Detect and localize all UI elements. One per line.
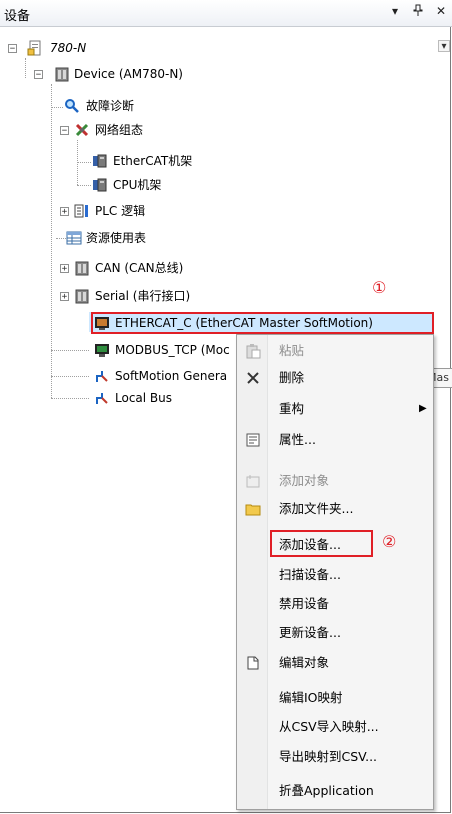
expand-icon[interactable]: +	[60, 292, 69, 302]
tree-node-softmotion[interactable]: SoftMotion Genera	[0, 366, 240, 386]
tree-node-ethercat-rack[interactable]: EtherCAT机架	[0, 151, 300, 171]
delete-icon	[247, 372, 259, 384]
pin-icon[interactable]	[413, 4, 423, 19]
add-object-icon	[246, 475, 260, 488]
tree-node-can[interactable]: + CAN (CAN总线)	[0, 258, 300, 278]
tree-node-root[interactable]: − 780-N	[0, 38, 300, 58]
rack-icon	[93, 178, 107, 192]
menu-label: 导出映射到CSV...	[279, 749, 378, 764]
menu-label: 添加对象	[279, 473, 330, 488]
menu-label: 编辑IO映射	[279, 690, 343, 705]
close-icon[interactable]: ✕	[436, 4, 446, 18]
monitor-icon	[95, 344, 109, 357]
menu-item-export-csv[interactable]: 导出映射到CSV...	[237, 746, 433, 768]
tree-label-cpu-rack: CPU机架	[113, 178, 162, 192]
menu-label: 添加文件夹...	[279, 501, 354, 516]
tree-label-device: Device (AM780-N)	[74, 67, 183, 81]
collapse-icon[interactable]: −	[34, 70, 43, 80]
dropdown-icon[interactable]: ▾	[392, 4, 398, 18]
menu-item-scan-device[interactable]: 扫描设备...	[237, 564, 433, 586]
highlight-box-1	[91, 312, 434, 334]
tree-node-resource[interactable]: 资源使用表	[0, 228, 300, 248]
table-icon	[66, 231, 82, 245]
menu-item-disable-device[interactable]: 禁用设备	[237, 593, 433, 615]
menu-label: 属性...	[279, 432, 316, 447]
menu-item-collapse-application[interactable]: 折叠Application	[237, 780, 433, 802]
highlight-box-2	[270, 530, 373, 557]
tree-label-network: 网络组态	[95, 123, 144, 137]
menu-label: 粘贴	[279, 343, 305, 358]
menu-label: 删除	[279, 370, 305, 385]
menu-item-refactor[interactable]: 重构 ▶	[237, 398, 433, 420]
plc-device-icon	[75, 261, 89, 276]
menu-label: 更新设备...	[279, 625, 341, 640]
tree-node-device[interactable]: − Device (AM780-N)	[0, 64, 300, 84]
menu-item-add-object[interactable]: 添加对象	[237, 470, 433, 492]
properties-icon	[246, 433, 260, 447]
plc-device-icon	[75, 289, 89, 304]
annotation-marker-1: ①	[372, 278, 387, 297]
collapse-icon[interactable]: −	[60, 126, 69, 136]
menu-label: 重构	[279, 401, 305, 416]
menu-label: 从CSV导入映射...	[279, 719, 379, 734]
magnifier-icon	[65, 99, 79, 113]
menu-label: 扫描设备...	[279, 567, 341, 582]
menu-label: 禁用设备	[279, 596, 330, 611]
menu-item-import-csv[interactable]: 从CSV导入映射...	[237, 716, 433, 738]
menu-label: 编辑对象	[279, 655, 330, 670]
tree-node-cpu-rack[interactable]: CPU机架	[0, 175, 300, 195]
menu-item-edit-io-map[interactable]: 编辑IO映射	[237, 687, 433, 709]
tree-node-diagnosis[interactable]: 故障诊断	[0, 96, 300, 116]
rack-icon	[93, 154, 107, 168]
tree-label-ethercat-rack: EtherCAT机架	[113, 154, 193, 168]
menu-item-delete[interactable]: 删除	[237, 367, 433, 389]
panel-title: 设备	[4, 9, 31, 24]
axis-icon	[96, 393, 108, 404]
menu-item-add-folder[interactable]: 添加文件夹...	[237, 498, 433, 520]
tree-label-can: CAN (CAN总线)	[95, 261, 184, 275]
submenu-arrow-icon: ▶	[419, 403, 427, 414]
expand-icon[interactable]: +	[60, 264, 69, 274]
tree-label-localbus: Local Bus	[115, 391, 173, 405]
tree-node-localbus[interactable]: Local Bus	[0, 388, 240, 408]
menu-item-edit-object[interactable]: 编辑对象	[237, 652, 433, 674]
axis-icon	[96, 371, 108, 382]
tree-node-modbus[interactable]: MODBUS_TCP (Moc	[0, 340, 240, 360]
tree-label-resource: 资源使用表	[86, 231, 147, 245]
expand-icon[interactable]: +	[60, 207, 69, 217]
tree-node-serial[interactable]: + Serial (串行接口)	[0, 286, 300, 306]
collapse-icon[interactable]: −	[8, 44, 17, 54]
edit-object-icon	[247, 656, 259, 670]
tree-label-diagnosis: 故障诊断	[86, 99, 135, 113]
network-config-icon	[75, 123, 89, 137]
menu-item-update-device[interactable]: 更新设备...	[237, 622, 433, 644]
menu-item-paste[interactable]: 粘贴	[237, 340, 433, 362]
menu-label: 折叠Application	[279, 783, 374, 798]
tree-node-plc-logic[interactable]: + PLC 逻辑	[0, 201, 300, 221]
tree-label-root: 780-N	[50, 41, 87, 55]
tree-dropdown-arrow-icon[interactable]: ▾	[438, 40, 450, 52]
tree-node-network[interactable]: − 网络组态	[0, 120, 300, 140]
tree-label-softmotion: SoftMotion Genera	[115, 369, 228, 383]
tree-label-serial: Serial (串行接口)	[95, 289, 191, 303]
plc-device-icon	[55, 67, 69, 82]
folder-icon	[245, 504, 261, 516]
tree-label-modbus: MODBUS_TCP (Moc	[115, 343, 230, 357]
context-menu: 粘贴 删除 重构 ▶ 属性... 添加对象 添加文件夹... 添加设备... 扫…	[236, 334, 434, 810]
annotation-marker-2: ②	[382, 532, 397, 551]
menu-item-properties[interactable]: 属性...	[237, 429, 433, 451]
project-icon	[27, 40, 41, 56]
plc-logic-icon	[74, 204, 88, 218]
tree-label-plc-logic: PLC 逻辑	[95, 204, 146, 218]
panel-titlebar: 设备 ▾ ✕	[0, 0, 452, 27]
paste-icon	[246, 344, 261, 359]
